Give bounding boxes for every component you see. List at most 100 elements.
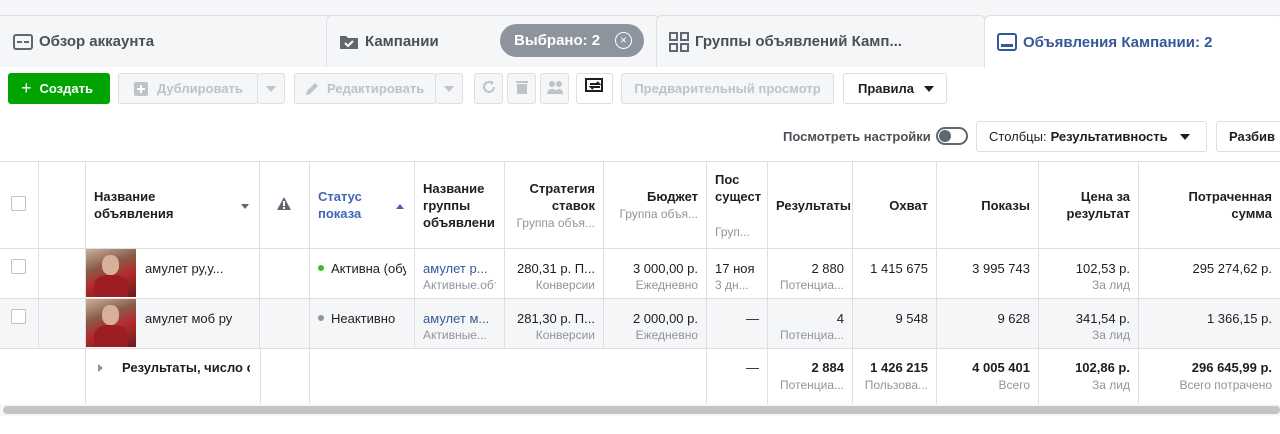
breakdown-label: Разбив bbox=[1229, 129, 1276, 144]
warnings-cell bbox=[260, 249, 310, 298]
columns-dropdown[interactable]: Столбцы: Результативность bbox=[976, 121, 1207, 152]
header-ad-name[interactable]: Название объявления bbox=[86, 162, 260, 249]
expand-caret-icon[interactable] bbox=[98, 364, 103, 372]
header-impressions[interactable]: Показы bbox=[937, 162, 1039, 249]
header-delivery-status[interactable]: Статус показа bbox=[310, 162, 415, 249]
status-text: Неактивно bbox=[331, 311, 396, 326]
adset-link[interactable]: амулет р... bbox=[423, 261, 496, 276]
tab-ad-sets[interactable]: Группы объявлений Камп... bbox=[656, 15, 986, 67]
delete-button[interactable] bbox=[507, 73, 536, 104]
table-row[interactable]: амулет ру,у... Активна (обуч амулет р...… bbox=[0, 249, 1280, 299]
ad-name-link[interactable]: амулет ру,у... bbox=[145, 261, 253, 276]
ad-thumbnail[interactable] bbox=[86, 249, 136, 297]
duplicate-dropdown-button[interactable] bbox=[257, 73, 285, 104]
last-edit-cell: — bbox=[707, 299, 768, 348]
totals-results-sub: Потенциа... bbox=[780, 378, 844, 392]
selected-filter-pill[interactable]: Выбрано: 2 × bbox=[500, 24, 644, 57]
totals-reach: 1 426 215 Пользова... bbox=[853, 349, 937, 404]
header-last-significant-edit[interactable]: Пос сущест Груп... bbox=[707, 162, 768, 249]
results-value: 2 880 bbox=[811, 261, 844, 276]
status-dot-icon bbox=[318, 315, 324, 321]
reach-value: 1 415 675 bbox=[870, 261, 928, 276]
ad-name-link[interactable]: амулет моб ру bbox=[145, 311, 253, 326]
select-all-checkbox[interactable] bbox=[11, 196, 26, 211]
header-cost-per-result[interactable]: Цена за результат bbox=[1039, 162, 1139, 249]
ad-thumbnail[interactable] bbox=[86, 299, 136, 347]
preview-button[interactable]: Предварительный просмотр bbox=[621, 73, 834, 104]
close-icon[interactable]: × bbox=[615, 32, 632, 49]
tab-label: Объявления Кампании: 2 bbox=[1023, 33, 1213, 51]
trash-icon bbox=[515, 79, 529, 98]
totals-impressions-value: 4 005 401 bbox=[972, 360, 1030, 375]
adset-cell: амулет р... Активные.обт bbox=[415, 249, 505, 298]
cpr-cell: 341,54 р. За лид bbox=[1039, 299, 1139, 348]
folder-check-icon bbox=[339, 32, 359, 52]
row-checkbox[interactable] bbox=[11, 309, 26, 324]
row-toggle-cell bbox=[39, 299, 86, 348]
impressions-cell: 3 995 743 bbox=[937, 249, 1039, 298]
bid-sub: Конверсии bbox=[535, 328, 595, 342]
header-adset-name[interactable]: Название группы объявлени bbox=[415, 162, 505, 249]
pencil-icon bbox=[305, 82, 319, 96]
last-edit-value: 17 ноя bbox=[715, 261, 755, 276]
header-sublabel: Группа объя... bbox=[516, 216, 595, 230]
results-cell: 2 880 Потенциа... bbox=[768, 249, 853, 298]
totals-results-value: 2 884 bbox=[811, 360, 844, 375]
header-budget[interactable]: Бюджет Группа объя... bbox=[604, 162, 707, 249]
edit-dropdown-button[interactable] bbox=[435, 73, 463, 104]
header-amount-spent[interactable]: Потраченная сумма bbox=[1139, 162, 1280, 249]
dashboard-icon bbox=[13, 32, 33, 52]
header-warnings bbox=[260, 162, 310, 249]
header-results[interactable]: Результаты bbox=[768, 162, 853, 249]
spent-cell: 295 274,62 р. bbox=[1139, 249, 1280, 298]
ab-test-button[interactable] bbox=[576, 73, 613, 104]
horizontal-scrollbar[interactable] bbox=[3, 406, 1280, 414]
results-value: 4 bbox=[836, 311, 844, 326]
bid-value: 281,30 р. П... bbox=[516, 311, 595, 326]
reach-value: 9 548 bbox=[895, 311, 928, 326]
create-button[interactable]: + Создать bbox=[8, 73, 110, 104]
cpr-sub: За лид bbox=[1092, 278, 1130, 292]
row-select-cell bbox=[0, 299, 39, 348]
cpr-value: 341,54 р. bbox=[1075, 311, 1130, 326]
row-select-cell bbox=[0, 249, 39, 298]
duplicate-button[interactable]: Дублировать bbox=[118, 73, 258, 104]
header-reach[interactable]: Охват bbox=[853, 162, 937, 249]
header-select-all bbox=[0, 162, 39, 249]
header-toggle bbox=[39, 162, 86, 249]
tab-bar: Обзор аккаунта Кампании Выбрано: 2 × Гру… bbox=[0, 0, 1280, 68]
view-settings-toggle[interactable] bbox=[936, 127, 968, 145]
people-icon bbox=[546, 79, 564, 98]
totals-label: Результаты, число объявлений bbox=[122, 360, 250, 375]
table-row[interactable]: амулет моб ру Неактивно амулет м... Акти… bbox=[0, 299, 1280, 349]
adset-link[interactable]: амулет м... bbox=[423, 311, 496, 326]
header-label: Результаты bbox=[776, 198, 851, 213]
budget-value: 3 000,00 р. bbox=[632, 261, 698, 276]
header-bid-strategy[interactable]: Стратегия ставок Группа объя... bbox=[505, 162, 604, 249]
budget-sub: Ежедневно bbox=[635, 328, 698, 342]
header-sublabel: Группа объя... bbox=[619, 207, 698, 221]
audience-button[interactable] bbox=[540, 73, 569, 104]
bid-cell: 281,30 р. П... Конверсии bbox=[505, 299, 604, 348]
totals-reach-value: 1 426 215 bbox=[870, 360, 928, 375]
tab-account-overview[interactable]: Обзор аккаунта bbox=[0, 15, 340, 67]
impressions-value: 9 628 bbox=[997, 311, 1030, 326]
cpr-cell: 102,53 р. За лид bbox=[1039, 249, 1139, 298]
row-checkbox[interactable] bbox=[11, 259, 26, 274]
totals-last-edit: — bbox=[707, 349, 768, 404]
rules-button[interactable]: Правила bbox=[843, 73, 947, 104]
refresh-button[interactable] bbox=[474, 73, 503, 104]
impressions-value: 3 995 743 bbox=[972, 261, 1030, 276]
reach-cell: 1 415 675 bbox=[853, 249, 937, 298]
row-toggle-cell bbox=[39, 249, 86, 298]
warnings-cell bbox=[260, 299, 310, 348]
adset-sub: Активные.обт bbox=[423, 278, 496, 292]
last-edit-cell: 17 ноя 3 дн... bbox=[707, 249, 768, 298]
last-edit-sub: 3 дн... bbox=[715, 278, 749, 292]
totals-spacer bbox=[0, 349, 86, 404]
totals-impressions-sub: Всего bbox=[998, 378, 1030, 392]
edit-button[interactable]: Редактировать bbox=[294, 73, 436, 104]
tab-ads[interactable]: Объявления Кампании: 2 bbox=[984, 15, 1280, 68]
rules-label: Правила bbox=[858, 81, 914, 96]
breakdown-dropdown[interactable]: Разбив bbox=[1216, 121, 1280, 152]
